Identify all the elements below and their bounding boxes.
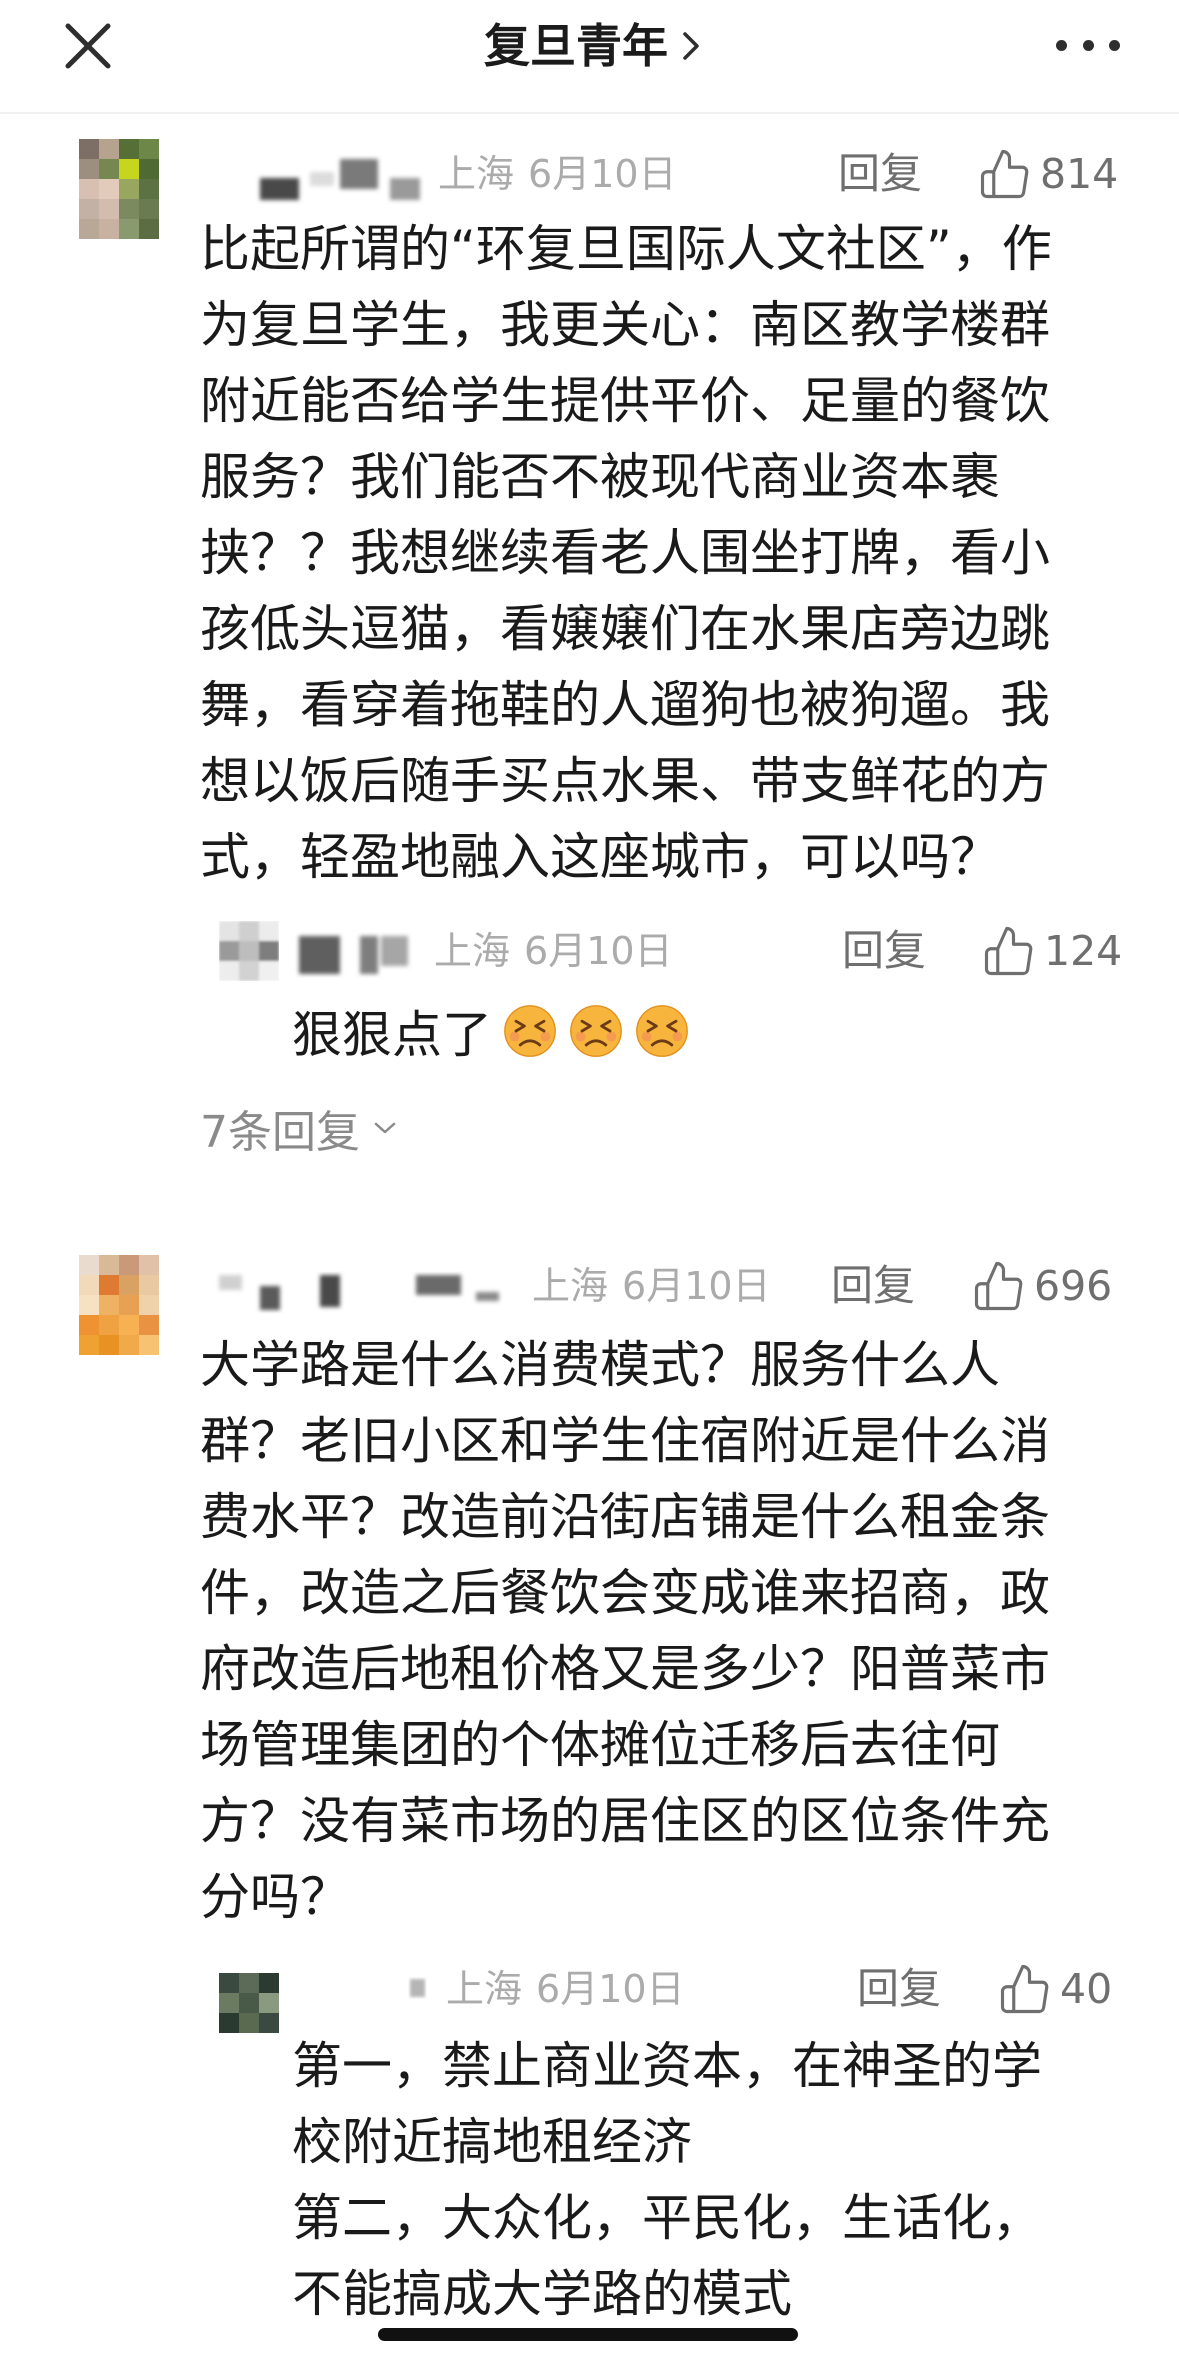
reply-body: 第一，禁止商业资本，在神圣的学 校附近搞地租经济 第二，大众化，平民化，生话化，… [292, 2028, 1152, 2332]
like-count: 814 [1040, 150, 1119, 198]
comment-line: 场管理集团的个体摊位迁移后去往何 [200, 1716, 1000, 1774]
comment-line: 群？老旧小区和学生住宿附近是什么消 [200, 1412, 1050, 1470]
account-title-link[interactable]: 复旦青年 [484, 16, 702, 76]
location-text: 上海 [446, 1967, 523, 2011]
persevering-face-icon [636, 1005, 688, 1057]
comment-line: 挟？？我想继续看老人围坐打牌，看小 [200, 524, 1050, 582]
comment-line: 大学路是什么消费模式？服务什么人 [200, 1336, 1000, 1394]
comment-line: 为复旦学生，我更关心：南区教学楼群 [200, 296, 1050, 354]
comment-line: 府改造后地租价格又是多少？阳普菜市 [200, 1640, 1050, 1698]
date-text: 6月10日 [622, 1264, 771, 1308]
location-text: 上海 [532, 1264, 609, 1308]
comment-body: 大学路是什么消费模式？服务什么人 群？老旧小区和学生住宿附近是什么消 费水平？改… [200, 1327, 1160, 1935]
reply-button[interactable]: 回复 [831, 1258, 915, 1314]
reply-button[interactable]: 回复 [842, 923, 926, 979]
date-text: 6月10日 [524, 929, 673, 973]
thumbs-up-icon [980, 149, 1029, 199]
comment-page: 复旦青年 上海 6月10日 回复 814 比起所谓的“环复旦国际人文社区”，作 … [0, 0, 1179, 2376]
more-replies-label: 7条回复 [200, 1107, 360, 1158]
comment-line: 孩低头逗猫，看嬢嬢们在水果店旁边跳 [200, 600, 1050, 658]
reply-avatar[interactable] [219, 1973, 279, 2033]
reply-body: 狠狠点了 [292, 993, 690, 1069]
comment-body: 比起所谓的“环复旦国际人文社区”，作 为复旦学生，我更关心：南区教学楼群 附近能… [200, 211, 1160, 895]
reply-meta: 上海 6月10日 [446, 1961, 685, 2017]
like-count: 696 [1034, 1262, 1113, 1310]
reply-meta: 上海 6月10日 [434, 923, 673, 979]
persevering-face-icon [504, 1005, 556, 1057]
comment-line: 分吗？ [200, 1868, 350, 1926]
reply-line: 第一，禁止商业资本，在神圣的学 [292, 2037, 1042, 2095]
page-title: 复旦青年 [484, 19, 668, 73]
close-icon[interactable] [62, 20, 114, 72]
reply-avatar[interactable] [219, 921, 279, 981]
comment-line: 想以饭后随手买点水果、带支鲜花的方 [200, 752, 1050, 810]
more-dot [1056, 39, 1067, 51]
username-blurred[interactable] [210, 1266, 510, 1318]
thumbs-up-icon [984, 926, 1033, 976]
date-text: 6月10日 [536, 1967, 685, 2011]
avatar[interactable] [79, 1255, 159, 1355]
reply-line: 校附近搞地租经济 [292, 2113, 692, 2171]
thumbs-up-icon [974, 1261, 1023, 1311]
reply-line: 第二，大众化，平民化，生话化， [292, 2189, 1042, 2247]
comment-meta: 上海 6月10日 [532, 1258, 771, 1314]
location-text: 上海 [434, 929, 511, 973]
like-button[interactable]: 814 [978, 146, 1118, 202]
comment-meta: 上海 6月10日 [438, 146, 677, 202]
comment-line: 方？没有菜市场的居住区的区位条件充 [200, 1792, 1050, 1850]
comment-line: 式，轻盈地融入这座城市，可以吗？ [200, 828, 1000, 886]
like-button[interactable]: 696 [972, 1258, 1112, 1314]
reply-text: 狠狠点了 [292, 1006, 492, 1064]
comment-line: 附近能否给学生提供平价、足量的餐饮 [200, 372, 1050, 430]
username-blurred[interactable] [404, 1974, 434, 2004]
reply-button[interactable]: 回复 [857, 1961, 941, 2017]
comment-line: 费水平？改造前沿街店铺是什么租金条 [200, 1488, 1050, 1546]
location-text: 上海 [438, 152, 515, 196]
home-indicator[interactable] [378, 2328, 798, 2341]
header-divider [0, 112, 1179, 114]
chevron-right-icon [683, 32, 699, 60]
like-button[interactable]: 40 [998, 1961, 1112, 2017]
more-dot [1082, 39, 1094, 51]
comment-line: 服务？我们能否不被现代商业资本裹 [200, 448, 1000, 506]
persevering-face-icon [570, 1005, 622, 1057]
top-bar: 复旦青年 [0, 0, 1179, 112]
like-count: 40 [1060, 1965, 1113, 2013]
like-button[interactable]: 124 [982, 923, 1122, 979]
comment-line: 舞，看穿着拖鞋的人遛狗也被狗遛。我 [200, 676, 1050, 734]
like-count: 124 [1044, 927, 1123, 975]
reply-line: 不能搞成大学路的模式 [292, 2265, 792, 2323]
more-dot [1109, 39, 1120, 51]
thumbs-up-icon [1000, 1964, 1049, 2014]
date-text: 6月10日 [528, 152, 677, 196]
username-blurred[interactable] [290, 928, 420, 980]
username-blurred[interactable] [250, 150, 440, 210]
view-more-replies-button[interactable]: 7条回复 [200, 1100, 398, 1158]
more-icon[interactable] [1056, 32, 1120, 58]
comment-line: 件，改造之后餐饮会变成谁来招商，政 [200, 1564, 1050, 1622]
avatar[interactable] [79, 139, 159, 239]
comment-line: 比起所谓的“环复旦国际人文社区”，作 [200, 220, 1052, 278]
chevron-down-icon [374, 1122, 396, 1134]
reply-button[interactable]: 回复 [838, 146, 922, 202]
